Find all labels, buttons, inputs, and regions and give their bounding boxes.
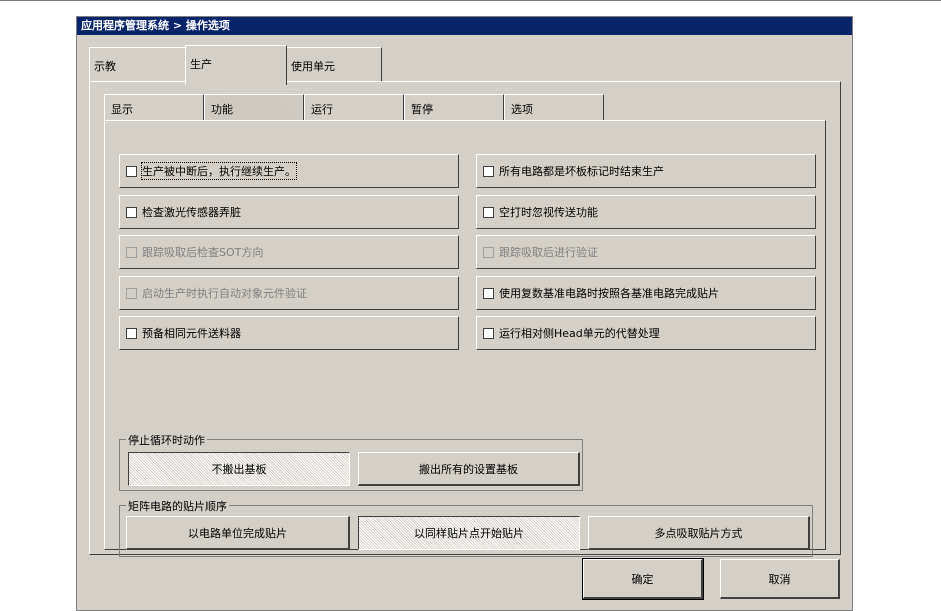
option-label: 空打时忽视传送功能: [499, 206, 598, 219]
tab-pause[interactable]: 暂停: [404, 94, 504, 120]
tab-use-unit-label: 使用单元: [291, 60, 335, 73]
checkbox[interactable]: [483, 206, 494, 218]
option-label: 启动生产时执行自动对象元件验证: [142, 287, 307, 300]
option-auto-component-verify[interactable]: 启动生产时执行自动对象元件验证: [119, 276, 459, 310]
checkbox[interactable]: [126, 287, 137, 299]
option-continue-after-interrupt[interactable]: 生产被中断后，执行继续生产。: [119, 154, 459, 188]
tab-teach[interactable]: 示教: [89, 47, 187, 83]
tab-pause-label: 暂停: [411, 103, 433, 116]
checkbox[interactable]: [126, 246, 137, 258]
option-label: 生产被中断后，执行继续生产。: [141, 162, 297, 180]
option-label: 预备相同元件送料器: [142, 327, 241, 340]
button-label: 取消: [768, 572, 791, 586]
tab-display[interactable]: 显示: [104, 94, 204, 120]
checkbox[interactable]: [483, 287, 494, 299]
option-check-sot-direction[interactable]: 跟踪吸取后检查SOT方向: [119, 235, 459, 269]
tab-function[interactable]: 功能: [204, 94, 304, 120]
tab-options-label: 选项: [511, 103, 533, 116]
complete-by-circuit-button[interactable]: 以电路单位完成贴片: [126, 516, 350, 550]
tab-run-label: 运行: [311, 103, 333, 116]
tab-teach-label: 示教: [94, 60, 116, 73]
option-label: 跟踪吸取后进行验证: [499, 246, 598, 259]
checkbox[interactable]: [483, 327, 494, 339]
option-label: 使用复数基准电路时按照各基准电路完成贴片: [499, 287, 719, 300]
button-label: 以同样贴片点开始贴片: [414, 527, 524, 540]
options-dialog: 应用程序管理系统 > 操作选项 示教 生产 使用单元 显示 功能 运行 暂停 选…: [76, 16, 853, 611]
no-unload-board-button[interactable]: 不搬出基板: [128, 452, 350, 486]
button-label: 搬出所有的设置基板: [419, 462, 518, 476]
tab-use-unit[interactable]: 使用单元: [286, 47, 382, 83]
button-label: 确定: [631, 572, 654, 586]
option-verify-after-pick[interactable]: 跟踪吸取后进行验证: [476, 235, 816, 269]
checkbox[interactable]: [126, 206, 137, 218]
option-opposite-head-substitute[interactable]: 运行相对侧Head单元的代替处理: [476, 316, 816, 350]
tab-options[interactable]: 选项: [504, 94, 604, 120]
ok-button[interactable]: 确定: [582, 558, 704, 600]
unload-all-boards-button[interactable]: 搬出所有的设置基板: [358, 452, 580, 486]
option-check-laser-dirty[interactable]: 检查激光传感器弄脏: [119, 195, 459, 229]
button-label: 多点吸取贴片方式: [654, 526, 743, 540]
option-prepare-same-feeder[interactable]: 预备相同元件送料器: [119, 316, 459, 350]
checkbox[interactable]: [126, 327, 137, 339]
top-border-line: [0, 0, 941, 1]
tab-function-label: 功能: [211, 103, 233, 116]
checkbox[interactable]: [126, 165, 137, 177]
multi-pick-mode-button[interactable]: 多点吸取贴片方式: [588, 516, 810, 550]
window-title: 应用程序管理系统 > 操作选项: [77, 17, 852, 35]
option-label: 运行相对侧Head单元的代替处理: [499, 327, 660, 340]
cancel-button[interactable]: 取消: [720, 559, 840, 599]
tab-run[interactable]: 运行: [304, 94, 404, 120]
checkbox[interactable]: [483, 246, 494, 258]
stop-cycle-group: 停止循环时动作 不搬出基板 搬出所有的设置基板: [119, 432, 583, 491]
checkbox[interactable]: [483, 165, 494, 177]
tab-production-label: 生产: [190, 58, 212, 71]
button-label: 不搬出基板: [211, 463, 267, 476]
production-panel: 显示 功能 运行 暂停 选项 生产被中断后，执行继续生产。 检查激光传感器弄脏: [89, 81, 841, 557]
option-label: 检查激光传感器弄脏: [142, 206, 241, 219]
tab-display-label: 显示: [111, 103, 133, 116]
matrix-order-group: 矩阵电路的贴片顺序 以电路单位完成贴片 以同样贴片点开始贴片 多点吸取贴片方式: [119, 498, 813, 557]
button-label: 以电路单位完成贴片: [188, 526, 287, 540]
matrix-order-group-title: 矩阵电路的贴片顺序: [126, 498, 229, 514]
option-label: 所有电路都是坏板标记时结束生产: [499, 165, 664, 178]
tab-production[interactable]: 生产: [185, 45, 287, 85]
option-label: 跟踪吸取后检查SOT方向: [142, 246, 264, 259]
option-ignore-transfer-dry-run[interactable]: 空打时忽视传送功能: [476, 195, 816, 229]
start-same-point-button[interactable]: 以同样贴片点开始贴片: [358, 516, 580, 550]
option-multi-fiducial-circuit[interactable]: 使用复数基准电路时按照各基准电路完成贴片: [476, 276, 816, 310]
stop-cycle-group-title: 停止循环时动作: [126, 432, 207, 448]
option-end-on-bad-marks[interactable]: 所有电路都是坏板标记时结束生产: [476, 154, 816, 188]
function-panel: 生产被中断后，执行继续生产。 检查激光传感器弄脏 跟踪吸取后检查SOT方向 启动…: [104, 120, 826, 557]
